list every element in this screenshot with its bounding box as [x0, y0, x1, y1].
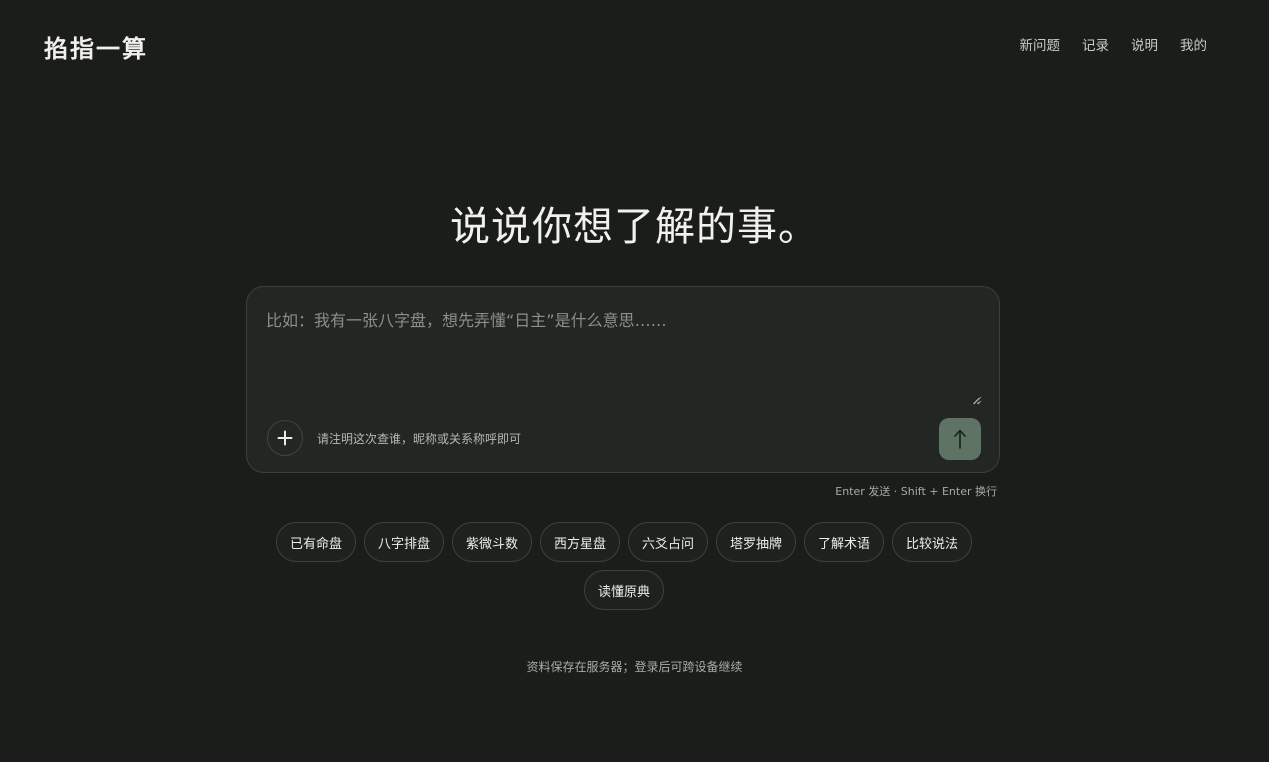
question-composer	[246, 286, 1000, 473]
chip-bazi-chart[interactable]: 八字排盘	[363, 522, 444, 562]
brand-logo[interactable]: 掐指一算	[44, 29, 148, 64]
top-nav: 新问题 记录 说明 我的	[998, 36, 1208, 56]
storage-note: 资料保存在服务器；登录后可跨设备继续	[526, 660, 743, 674]
nav-history[interactable]: 记录	[1082, 36, 1109, 56]
topic-chips: 已有命盘 八字排盘 紫微斗数 西方星盘 六爻占问 塔罗抽牌 了解术语 比较说法 …	[272, 522, 976, 610]
page-title: 说说你想了解的事。	[450, 204, 819, 250]
question-input[interactable]	[266, 309, 980, 405]
attach-button[interactable]	[267, 420, 303, 456]
arrow-up-icon	[954, 429, 966, 449]
keyboard-hint: Enter 发送 · Shift + Enter 换行	[835, 485, 997, 498]
chip-existing-chart[interactable]: 已有命盘	[275, 522, 356, 562]
resize-grip-icon[interactable]	[972, 395, 982, 405]
chip-ziwei[interactable]: 紫微斗数	[451, 522, 532, 562]
chip-terminology[interactable]: 了解术语	[804, 522, 885, 562]
send-button[interactable]	[939, 418, 981, 460]
chip-tarot[interactable]: 塔罗抽牌	[716, 522, 797, 562]
chip-liuyao[interactable]: 六爻占问	[628, 522, 709, 562]
chip-classics[interactable]: 读懂原典	[583, 570, 664, 610]
chip-western-astrology[interactable]: 西方星盘	[539, 522, 620, 562]
nav-help[interactable]: 说明	[1131, 36, 1158, 56]
nav-profile[interactable]: 我的	[1180, 36, 1207, 56]
chip-compare[interactable]: 比较说法	[892, 522, 973, 562]
nav-new-question[interactable]: 新问题	[1020, 36, 1061, 56]
plus-icon	[277, 430, 293, 446]
subject-note-input[interactable]	[317, 429, 737, 449]
